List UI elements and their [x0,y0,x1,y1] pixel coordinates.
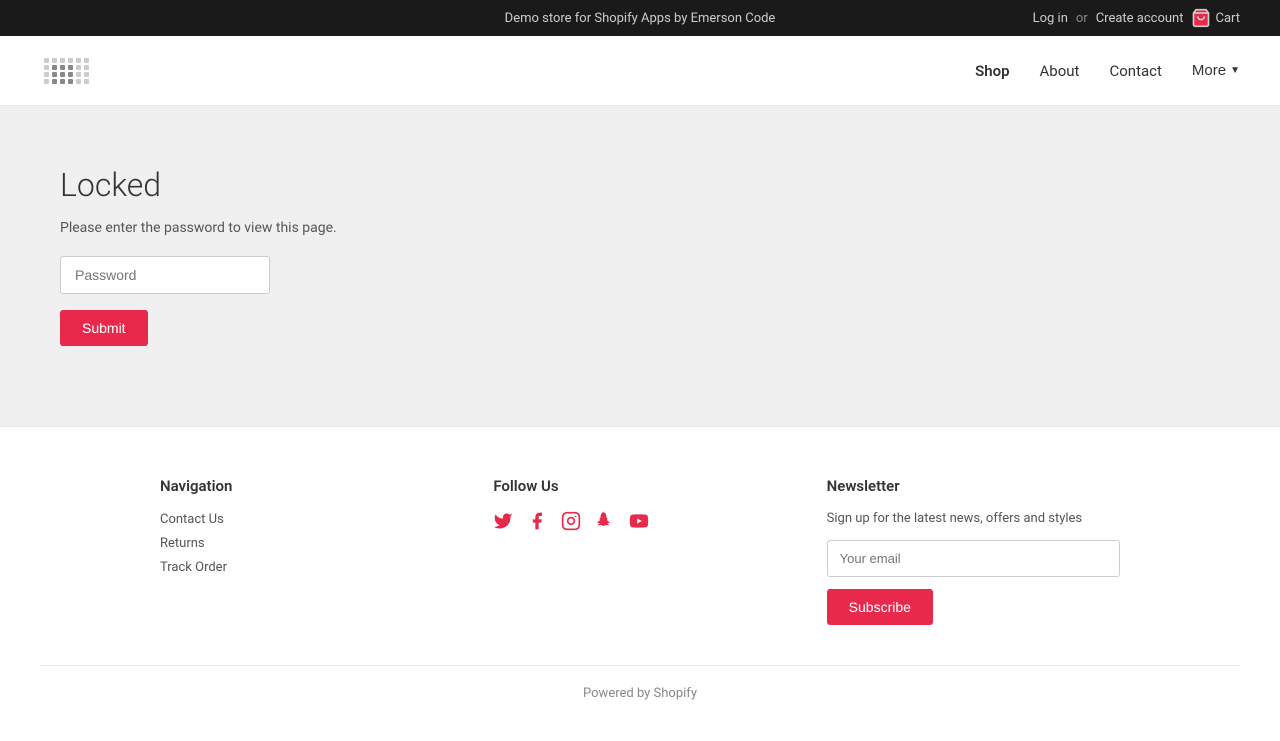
nav-more-label: More [1192,62,1226,79]
header: Shop About Contact More ▼ [0,36,1280,106]
logo-dot [84,72,89,77]
logo-dot [52,65,57,70]
subscribe-button[interactable]: Subscribe [827,589,933,625]
logo-dot [60,79,65,84]
youtube-icon [629,511,649,531]
snapchat-icon [595,511,615,531]
facebook-icon [527,511,547,531]
logo-dot [84,79,89,84]
logo-dot [52,72,57,77]
or-separator: or [1076,11,1088,26]
locked-description: Please enter the password to view this p… [60,220,560,236]
nav-more-button[interactable]: More ▼ [1192,62,1240,79]
footer-follow-us: Follow Us [493,477,786,625]
locked-title: Locked [60,166,560,204]
logo-dot [44,72,49,77]
youtube-link[interactable] [629,511,649,536]
logo-dot [76,72,81,77]
announcement-text: Demo store for Shopify Apps by Emerson C… [505,11,776,26]
password-input[interactable] [60,256,270,294]
logo-dot [60,65,65,70]
list-item: Track Order [160,559,453,575]
main-content: Locked Please enter the password to view… [0,106,1280,426]
nav-shop[interactable]: Shop [975,62,1009,80]
footer-nav-title: Navigation [160,477,453,495]
login-link[interactable]: Log in [1033,11,1068,26]
list-item: Returns [160,535,453,551]
main-nav: Shop About Contact More ▼ [975,62,1240,80]
logo-dot [68,58,73,63]
cart-wrapper[interactable]: Cart [1191,8,1240,28]
logo-dot [44,79,49,84]
logo-dot [76,58,81,63]
logo-dot [84,65,89,70]
twitter-icon [493,511,513,531]
cart-icon [1191,8,1211,28]
logo-dot [84,58,89,63]
logo-dot [76,65,81,70]
logo-dot [60,58,65,63]
nav-about[interactable]: About [1040,62,1080,80]
logo[interactable] [40,54,94,88]
newsletter-description: Sign up for the latest news, offers and … [827,511,1120,526]
footer-bottom: Powered by Shopify [40,665,1240,701]
logo-dot [68,72,73,77]
top-bar-right: Log in or Create account Cart [1033,8,1240,28]
cart-link[interactable]: Cart [1215,11,1240,26]
locked-container: Locked Please enter the password to view… [40,166,560,346]
footer-track-order-link[interactable]: Track Order [160,560,227,575]
submit-button[interactable]: Submit [60,310,148,346]
facebook-link[interactable] [527,511,547,536]
social-icons [493,511,786,536]
logo-dot [52,58,57,63]
logo-dot [68,65,73,70]
footer: Navigation Contact Us Returns Track Orde… [0,426,1280,741]
footer-newsletter-title: Newsletter [827,477,1120,495]
footer-follow-title: Follow Us [493,477,786,495]
powered-by: Powered by Shopify [583,686,697,701]
footer-grid: Navigation Contact Us Returns Track Orde… [160,477,1120,665]
logo-dot [76,79,81,84]
logo-dot [52,79,57,84]
chevron-down-icon: ▼ [1230,65,1240,76]
twitter-link[interactable] [493,511,513,536]
snapchat-link[interactable] [595,511,615,536]
list-item: Contact Us [160,511,453,527]
instagram-link[interactable] [561,511,581,536]
logo-dot [44,65,49,70]
logo-dot [60,72,65,77]
footer-links-list: Contact Us Returns Track Order [160,511,453,575]
logo-dot [68,79,73,84]
create-account-link[interactable]: Create account [1096,11,1184,26]
top-bar: Demo store for Shopify Apps by Emerson C… [0,0,1280,36]
email-input[interactable] [827,540,1120,577]
footer-newsletter: Newsletter Sign up for the latest news, … [827,477,1120,625]
footer-navigation: Navigation Contact Us Returns Track Orde… [160,477,453,625]
footer-returns-link[interactable]: Returns [160,536,205,551]
nav-contact[interactable]: Contact [1109,62,1161,80]
footer-contact-us-link[interactable]: Contact Us [160,512,224,527]
logo-dot [44,58,49,63]
instagram-icon [561,511,581,531]
